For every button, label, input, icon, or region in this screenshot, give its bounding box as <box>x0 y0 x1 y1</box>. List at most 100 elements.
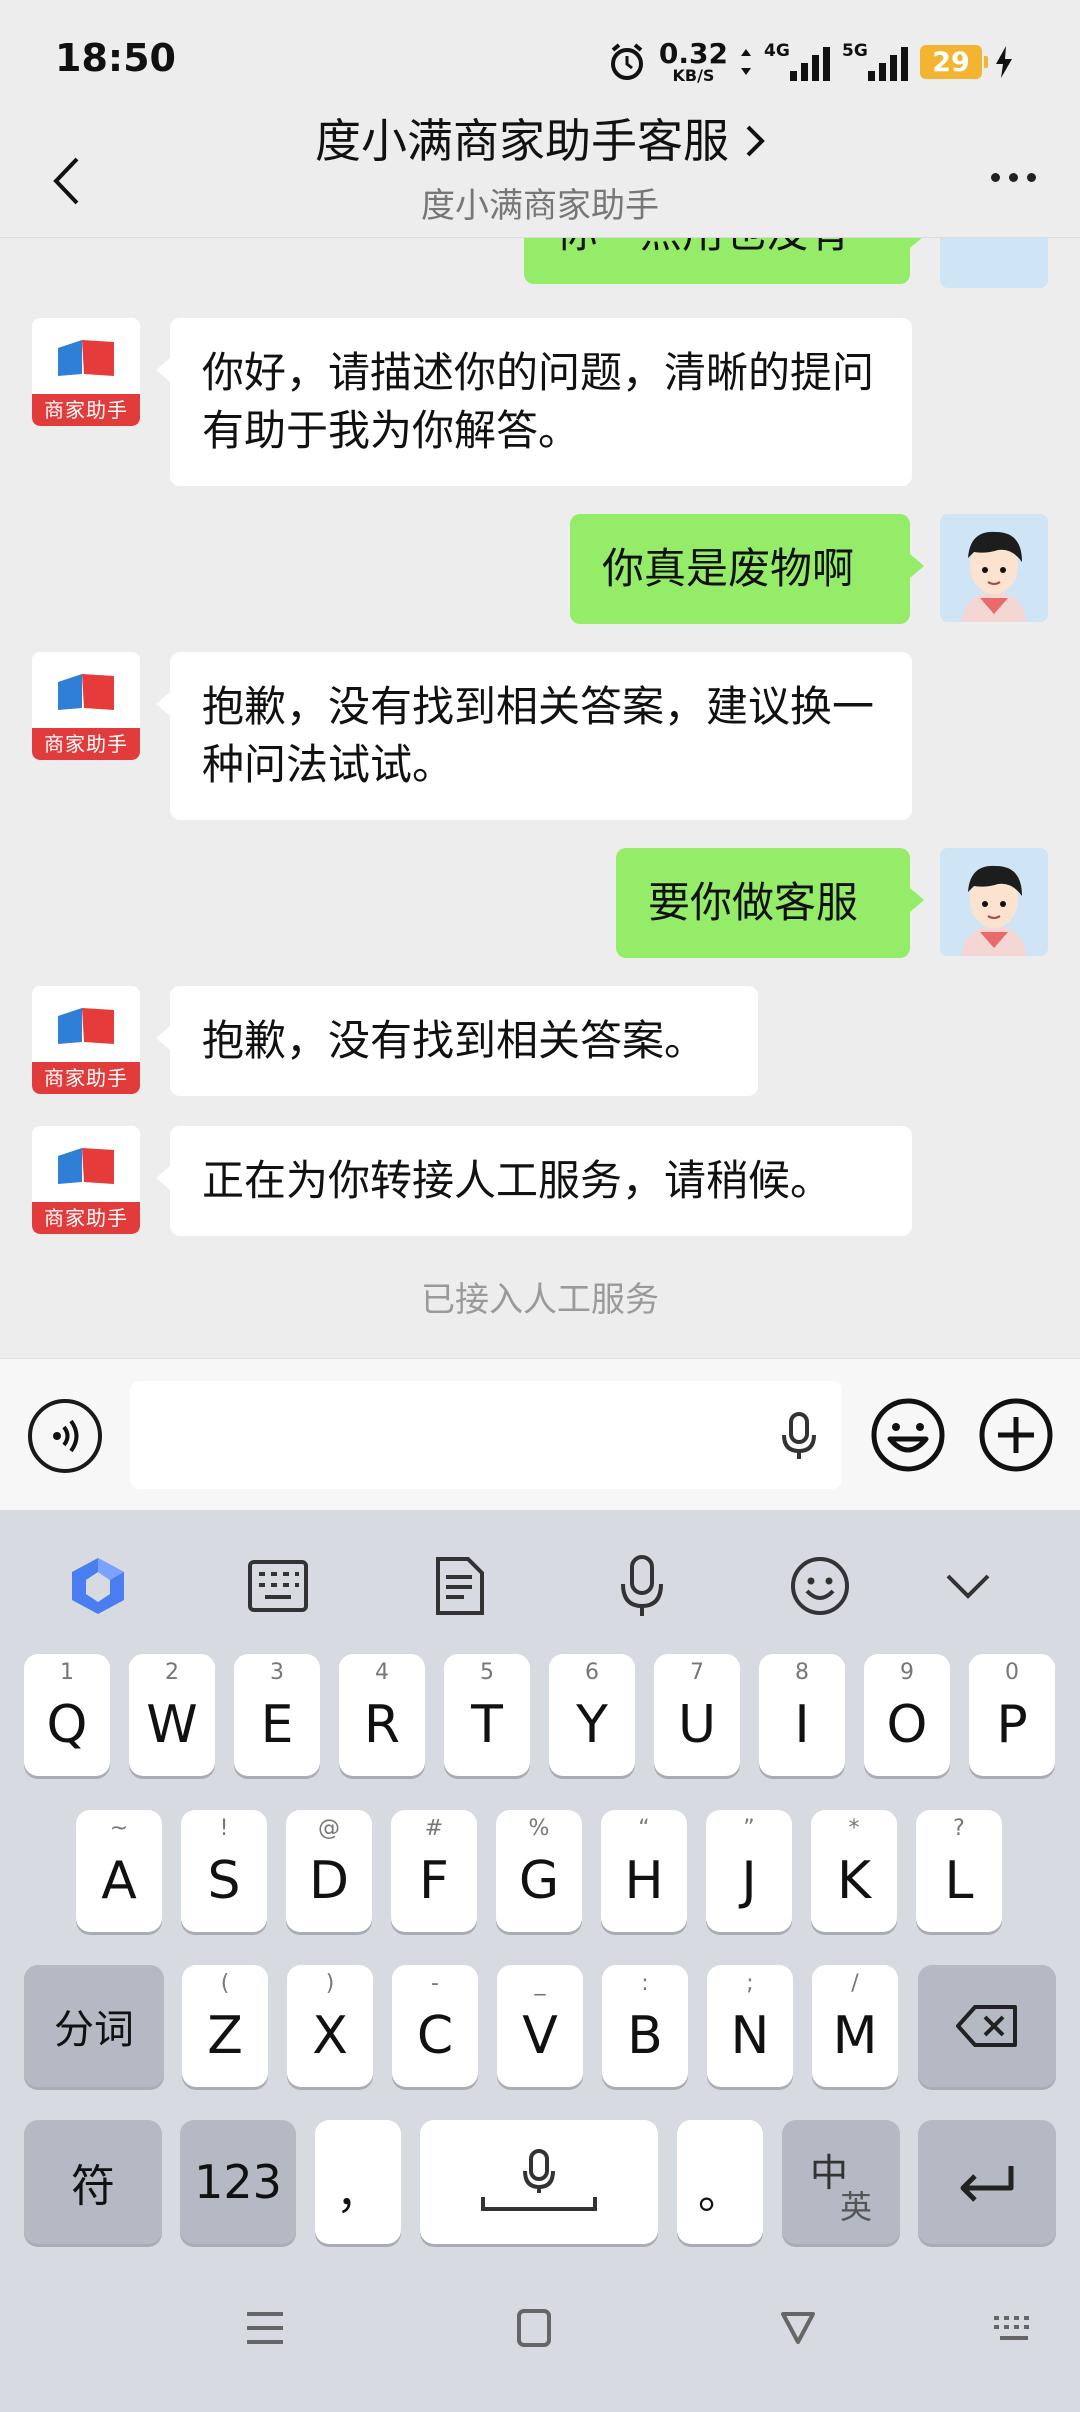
message-user-partial: 你一点用也没有 <box>0 238 1080 288</box>
key-p[interactable]: 0P <box>969 1654 1055 1776</box>
key-k[interactable]: * K <box>811 1810 897 1932</box>
chat-area[interactable]: 你一点用也没有 商家助手 你好，请描述你的问题，清晰的提问有助于我为你解答。 你… <box>0 238 1080 1358</box>
status-time: 18:50 <box>55 36 176 80</box>
language-switch-key[interactable]: 中 英 <box>782 2120 900 2244</box>
key-label: F <box>419 1851 449 1911</box>
numeric-key[interactable]: 123 <box>180 2120 296 2244</box>
segment-key[interactable]: 分词 <box>24 1965 164 2087</box>
key-z[interactable]: (Z <box>182 1965 268 2087</box>
bot-avatar[interactable]: 商家助手 <box>32 1126 140 1234</box>
key-b[interactable]: :B <box>602 1965 688 2087</box>
net-speed-unit: KB/S <box>672 66 715 85</box>
voice-toggle-button[interactable] <box>28 1399 102 1473</box>
message-bubble[interactable]: 正在为你转接人工服务，请稍候。 <box>156 1126 912 1236</box>
key-u[interactable]: 7U <box>654 1654 740 1776</box>
key-label: X <box>312 2006 348 2066</box>
key-t[interactable]: 5T <box>444 1654 530 1776</box>
keyboard-switch-button[interactable] <box>238 1546 318 1626</box>
key-v[interactable]: _ V <box>497 1965 583 2087</box>
collapse-keyboard-button[interactable] <box>928 1546 1008 1626</box>
user-avatar[interactable] <box>940 238 1048 288</box>
key-n[interactable]: ; N <box>707 1965 793 2087</box>
assistant-button[interactable] <box>58 1546 138 1626</box>
charging-icon <box>996 46 1012 78</box>
message-bubble[interactable]: 你好，请描述你的问题，清晰的提问有助于我为你解答。 <box>156 318 912 486</box>
back-nav-icon[interactable] <box>780 2310 816 2346</box>
key-l[interactable]: ? L <box>916 1810 1002 1932</box>
message-bubble[interactable]: 抱歉，没有找到相关答案。 <box>156 986 758 1096</box>
message-text: 你真是废物啊 <box>602 544 855 593</box>
chat-title-row[interactable]: 度小满商家助手客服 <box>315 110 765 172</box>
bot-avatar[interactable]: 商家助手 <box>32 986 140 1094</box>
message-text: 你一点用也没有 <box>556 238 850 257</box>
key-o[interactable]: 9O <box>864 1654 950 1776</box>
key-label: E <box>260 1695 294 1755</box>
voice-input-button[interactable] <box>602 1546 682 1626</box>
backspace-key[interactable] <box>918 1965 1056 2087</box>
key-a[interactable]: ~ A <box>76 1810 162 1932</box>
key-f[interactable]: # F <box>391 1810 477 1932</box>
data-arrows-icon <box>741 49 751 75</box>
key-j[interactable]: ” J <box>706 1810 792 1932</box>
key-hint: - <box>431 1971 439 1996</box>
key-label: G <box>518 1851 560 1911</box>
key-x[interactable]: ) X <box>287 1965 373 2087</box>
plus-button[interactable] <box>978 1397 1054 1477</box>
keyboard-toolbar <box>0 1510 1080 1650</box>
key-y[interactable]: 6Y <box>549 1654 635 1776</box>
voice-icon <box>53 1419 79 1453</box>
key-i[interactable]: 8I <box>759 1654 845 1776</box>
key-m[interactable]: / M <box>812 1965 898 2087</box>
title-block[interactable]: 度小满商家助手客服 度小满商家助手 <box>0 108 1080 228</box>
comma-key[interactable]: ， <box>315 2120 401 2244</box>
symbol-key[interactable]: 符 <box>24 2120 162 2244</box>
more-button[interactable] <box>980 152 1046 202</box>
message-bubble[interactable]: 要你做客服 <box>616 848 924 958</box>
emoji-keyboard-button[interactable] <box>780 1546 860 1626</box>
key-s[interactable]: ! S <box>181 1810 267 1932</box>
assistant-logo-icon <box>58 674 114 710</box>
key-label: 符 <box>71 2161 115 2212</box>
backspace-icon <box>918 1965 1056 2087</box>
assistant-logo-icon <box>72 1558 124 1614</box>
menu-nav-icon[interactable] <box>244 2310 286 2346</box>
key-hint: 9 <box>900 1660 914 1685</box>
key-h[interactable]: “H <box>601 1810 687 1932</box>
key-label: 分词 <box>54 2007 134 2053</box>
bot-avatar[interactable]: 商家助手 <box>32 318 140 426</box>
key-label: S <box>207 1851 241 1911</box>
message-bubble[interactable]: 你真是废物啊 <box>570 514 924 624</box>
enter-key[interactable] <box>918 2120 1056 2244</box>
assistant-logo-icon <box>58 1148 114 1184</box>
home-nav-icon[interactable] <box>516 2308 552 2348</box>
message-input[interactable] <box>130 1381 842 1489</box>
key-hint: / <box>851 1971 859 1996</box>
key-w[interactable]: 2W <box>129 1654 215 1776</box>
key-c[interactable]: -C <box>392 1965 478 2087</box>
message-text: 抱歉，没有找到相关答案，建议换一种问法试试。 <box>202 682 875 789</box>
key-g[interactable]: % G <box>496 1810 582 1932</box>
period-key[interactable]: 。 <box>677 2120 763 2244</box>
user-avatar[interactable] <box>940 848 1048 956</box>
space-key[interactable] <box>420 2120 658 2244</box>
message-bubble[interactable]: 抱歉，没有找到相关答案，建议换一种问法试试。 <box>156 652 912 820</box>
key-e[interactable]: 3E <box>234 1654 320 1776</box>
key-q[interactable]: 1Q <box>24 1654 110 1776</box>
key-r[interactable]: 4R <box>339 1654 425 1776</box>
key-label: A <box>101 1851 137 1911</box>
system-nav-bar <box>0 2270 1080 2412</box>
lang-secondary: 英 <box>840 2188 873 2226</box>
key-label: C <box>416 2006 454 2066</box>
message-bubble[interactable]: 你一点用也没有 <box>524 238 924 284</box>
key-label: O <box>886 1695 928 1755</box>
chat-subtitle: 度小满商家助手 <box>421 186 659 226</box>
user-avatar[interactable] <box>940 514 1048 622</box>
clipboard-button[interactable] <box>420 1546 500 1626</box>
message-text: 要你做客服 <box>648 878 859 927</box>
key-hint: 6 <box>585 1660 599 1685</box>
key-d[interactable]: @ D <box>286 1810 372 1932</box>
bot-avatar[interactable]: 商家助手 <box>32 652 140 760</box>
mic-icon[interactable] <box>778 1411 820 1461</box>
emoji-button[interactable] <box>870 1397 946 1477</box>
keyboard-nav-icon[interactable] <box>990 2314 1038 2344</box>
